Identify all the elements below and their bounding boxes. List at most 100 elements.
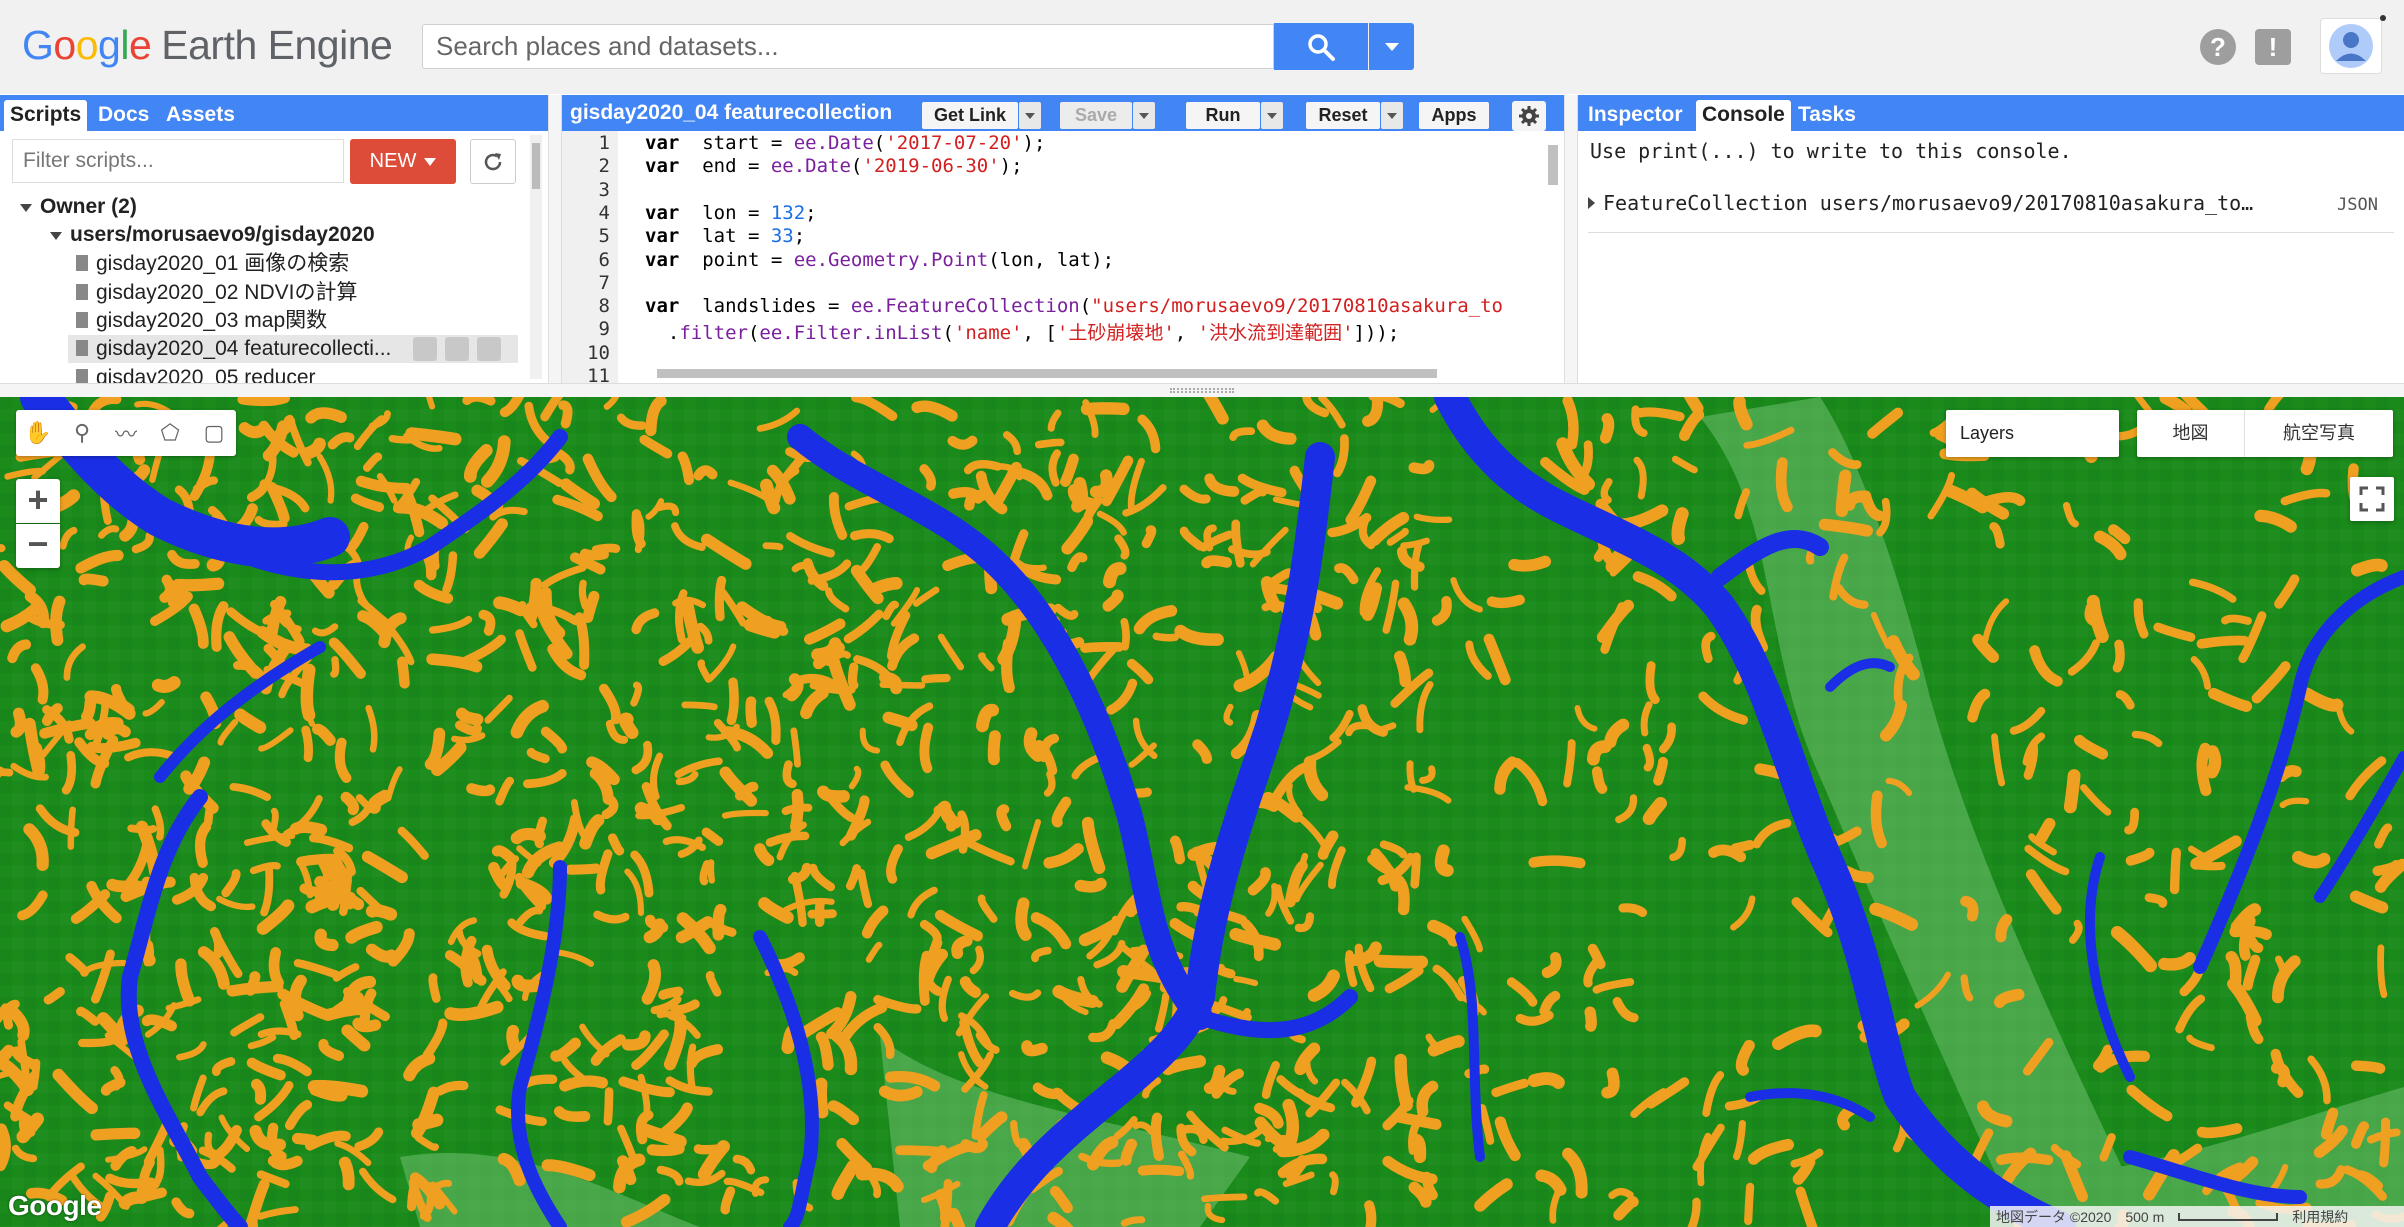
save-button[interactable]: Save <box>1060 102 1132 129</box>
json-link[interactable]: JSON <box>2337 195 2378 215</box>
help-icon[interactable]: ? <box>2200 29 2236 65</box>
panel-divider[interactable] <box>1564 95 1578 383</box>
landslide-polygon <box>1587 943 1606 970</box>
landslide-polygon <box>591 543 621 555</box>
settings-button[interactable] <box>1512 101 1546 131</box>
refresh-button[interactable] <box>470 139 516 184</box>
landslide-polygon <box>618 712 639 740</box>
run-dropdown[interactable] <box>1261 102 1283 129</box>
map-type-roadmap[interactable]: 地図 <box>2137 410 2245 457</box>
panel-divider[interactable] <box>548 95 562 383</box>
landslide-polygon <box>1584 1006 1597 1032</box>
reset-button[interactable]: Reset <box>1306 102 1380 129</box>
landslide-polygon <box>251 1078 267 1105</box>
tab-tasks[interactable]: Tasks <box>1792 100 1862 131</box>
landslide-polygon <box>1642 743 1655 772</box>
scripts-scrollbar[interactable] <box>530 135 542 379</box>
rectangle-icon[interactable]: ▢ <box>192 410 236 456</box>
tab-docs[interactable]: Docs <box>92 100 155 131</box>
landslide-polygon <box>2379 1117 2391 1168</box>
landslide-polygon <box>1329 1171 1339 1196</box>
history-icon[interactable] <box>413 337 437 361</box>
new-script-button[interactable]: NEW <box>350 139 456 184</box>
tree-file-item[interactable]: gisday2020_02 NDVIの計算 <box>76 279 357 307</box>
landslide-polygon <box>878 1085 923 1102</box>
landslide-polygon <box>2320 1107 2339 1140</box>
tree-file-item-selected[interactable]: gisday2020_04 featurecollecti... <box>68 335 518 363</box>
console-entry[interactable]: FeatureCollection users/morusaevo9/20170… <box>1588 191 2394 233</box>
reset-dropdown[interactable] <box>1381 102 1403 129</box>
tree-file-item[interactable]: gisday2020_01 画像の検索 <box>76 250 349 278</box>
code-area[interactable]: 1 2 3 4 5 6 7 8 9 10 11 var start = ee.Date('2017-… <box>562 131 1564 383</box>
landslide-polygon <box>870 577 903 595</box>
chevron-down-icon <box>1384 42 1399 51</box>
code-line[interactable]: var point = ee.Geometry.Point(lon, lat); <box>645 249 1114 271</box>
tab-console[interactable]: Console <box>1696 100 1791 131</box>
scripts-panel: NEW Owner (2) users/morusaevo9/gisday202… <box>0 131 548 383</box>
search-input[interactable] <box>422 24 1274 69</box>
layers-button[interactable]: Layers <box>1946 410 2119 457</box>
console-panel: Use print(...) to write to this console.… <box>1578 131 2404 383</box>
edit-icon[interactable] <box>445 337 469 361</box>
code-line[interactable]: var lon = 132; <box>645 202 817 224</box>
landslide-polygon <box>603 1087 614 1126</box>
search-options-button[interactable] <box>1369 23 1414 70</box>
map-canvas[interactable] <box>0 397 2404 1227</box>
landslide-polygon <box>790 727 801 768</box>
zoom-out-button[interactable]: − <box>16 524 60 568</box>
tree-owner-node[interactable]: Owner (2) <box>20 193 137 221</box>
tab-assets[interactable]: Assets <box>160 100 241 131</box>
apps-button[interactable]: Apps <box>1419 102 1489 129</box>
landslide-polygon <box>815 1031 834 1071</box>
landslide-polygon <box>578 579 589 611</box>
tab-scripts[interactable]: Scripts <box>4 100 88 131</box>
landslide-polygon <box>1527 1072 1565 1089</box>
code-horizontal-scrollbar[interactable] <box>647 367 1527 379</box>
landslide-polygon <box>781 803 813 816</box>
line-number: 5 <box>598 225 610 248</box>
tree-file-item[interactable]: gisday2020_03 map関数 <box>76 307 327 335</box>
tree-file-item[interactable]: gisday2020_05 reducer <box>76 364 316 383</box>
code-line[interactable]: var end = ee.Date('2019-06-30'); <box>645 155 1023 177</box>
fullscreen-button[interactable] <box>2350 477 2394 521</box>
line-icon[interactable]: 〰 <box>104 410 148 456</box>
zoom-in-button[interactable]: + <box>16 479 60 523</box>
landslide-polygon <box>921 674 951 684</box>
map-splitter[interactable] <box>0 383 2404 397</box>
filter-scripts-input[interactable] <box>12 139 344 183</box>
map-type-satellite[interactable]: 航空写真 <box>2245 410 2393 457</box>
feedback-icon[interactable]: ! <box>2255 29 2291 65</box>
landslide-polygon <box>2205 745 2222 779</box>
get-link-button[interactable]: Get Link <box>922 102 1018 129</box>
code-line[interactable]: var start = ee.Date('2017-07-20'); <box>645 132 1045 154</box>
map-data-credit[interactable]: 地図データ ©2020 <box>1996 1207 2111 1227</box>
pan-hand-icon[interactable]: ✋ <box>16 410 60 456</box>
delete-icon[interactable] <box>477 337 501 361</box>
code-vertical-scrollbar[interactable] <box>1544 131 1560 361</box>
landslide-polygon <box>1653 756 1668 786</box>
landslide-polygon <box>110 1066 124 1091</box>
landslide-polygon <box>1261 600 1289 614</box>
landslide-polygon <box>1508 555 1552 572</box>
marker-icon[interactable]: ⚲ <box>60 410 104 456</box>
chevron-down-icon <box>424 157 437 166</box>
terms-link[interactable]: 利用規約 <box>2292 1207 2348 1227</box>
earth-engine-logo[interactable]: Google Earth Engine <box>22 22 393 69</box>
tree-repo-node[interactable]: users/morusaevo9/gisday2020 <box>50 221 375 249</box>
landslide-polygon <box>2108 524 2131 545</box>
polygon-icon[interactable]: ⬠ <box>148 410 192 456</box>
code-line[interactable]: .filter(ee.Filter.inList('name', ['土砂崩壊地… <box>645 318 1399 345</box>
tab-inspector[interactable]: Inspector <box>1582 100 1689 131</box>
code-editor[interactable]: 1 2 3 4 5 6 7 8 9 10 11 var start = ee.Date('2017-… <box>562 131 1564 383</box>
search-button[interactable] <box>1274 23 1368 70</box>
code-line[interactable]: var landslides = ee.FeatureCollection("u… <box>645 295 1503 317</box>
run-button[interactable]: Run <box>1186 102 1260 129</box>
save-dropdown[interactable] <box>1133 102 1155 129</box>
landslide-polygon <box>1730 840 1755 854</box>
get-link-dropdown[interactable] <box>1019 102 1041 129</box>
expand-arrow-icon[interactable] <box>1588 197 1595 209</box>
landslide-polygon <box>1608 1187 1634 1200</box>
account-button[interactable] <box>2320 18 2382 74</box>
line-number: 10 <box>587 341 610 364</box>
code-line[interactable]: var lat = 33; <box>645 225 805 247</box>
